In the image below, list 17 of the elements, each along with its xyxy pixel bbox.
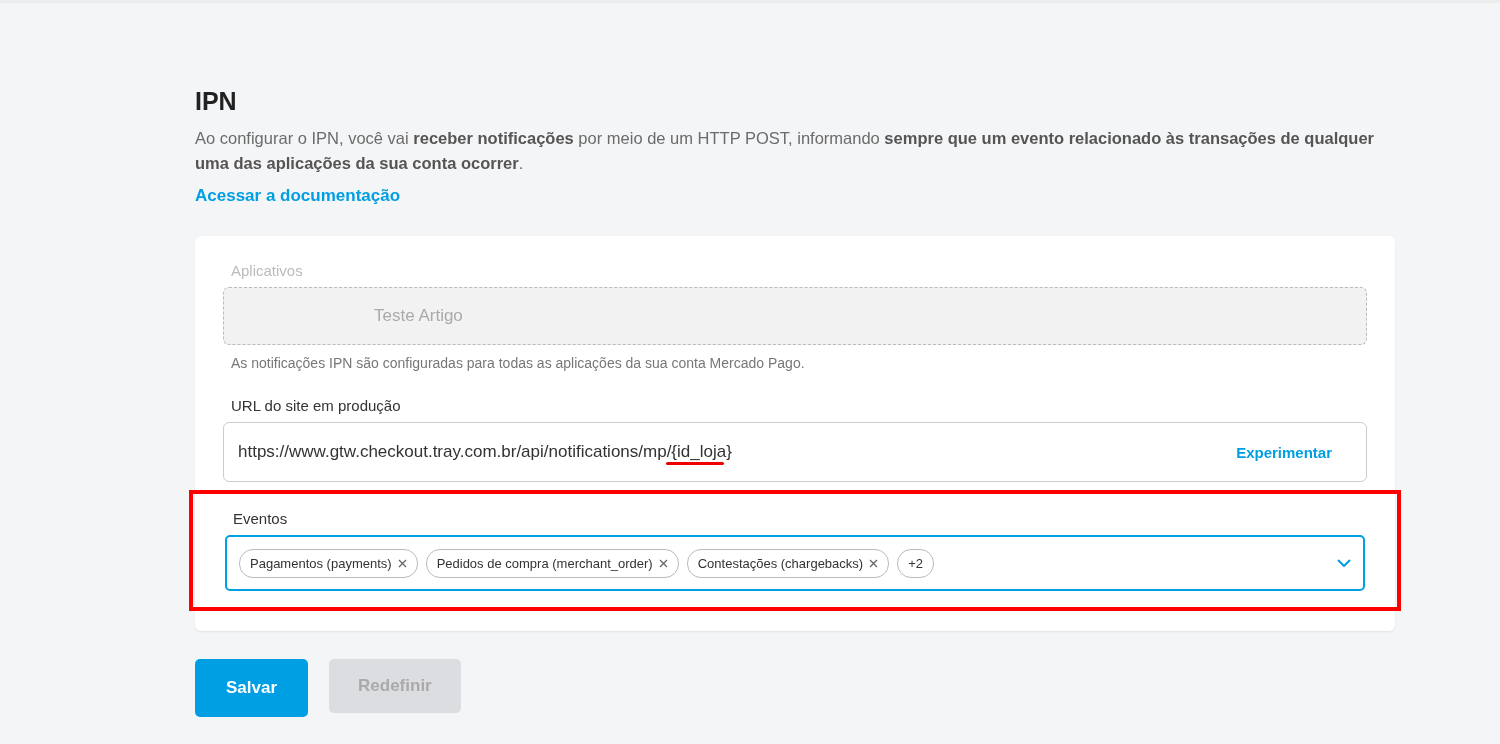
field-label: URL do site em produção	[231, 397, 402, 414]
close-icon[interactable]	[658, 558, 668, 568]
description-text: Ao configurar o IPN, você vai receber notificações por meio de um HTTP POST, informando sempre que um evento relacionado às transações de qualquer uma das aplicações da sua conta ocorrer.	[195, 128, 1376, 174]
event-chip[interactable]: Contestações (chargebacks)	[686, 548, 890, 578]
event-chip[interactable]: Pagamentos (payments)	[239, 548, 418, 578]
close-icon[interactable]	[869, 558, 879, 568]
more-count-chip[interactable]: +2	[897, 548, 934, 578]
help-text: As notificações IPN são configuradas para todas as aplicações da sua conta Mercado Pago.	[231, 355, 806, 371]
url-field[interactable]: https://www.gtw.checkout.tray.com.br/api/notifications/mp/{id_loja} Experimentar	[223, 422, 1367, 482]
event-chip[interactable]: Pedidos de compra (merchant_order)	[425, 548, 679, 578]
field-label: Eventos	[233, 510, 289, 527]
url-value: https://www.gtw.checkout.tray.com.br/api/notifications/mp/{id_loja}	[238, 442, 732, 462]
page-title: IPN	[195, 87, 238, 116]
field-label: Aplicativos	[231, 262, 304, 279]
events-select[interactable]: Pagamentos (payments) Pedidos de compra (merchant_order) Contestações (chargebacks) +2	[225, 535, 1365, 591]
chevron-down-icon[interactable]	[1337, 559, 1351, 567]
close-icon[interactable]	[397, 558, 407, 568]
